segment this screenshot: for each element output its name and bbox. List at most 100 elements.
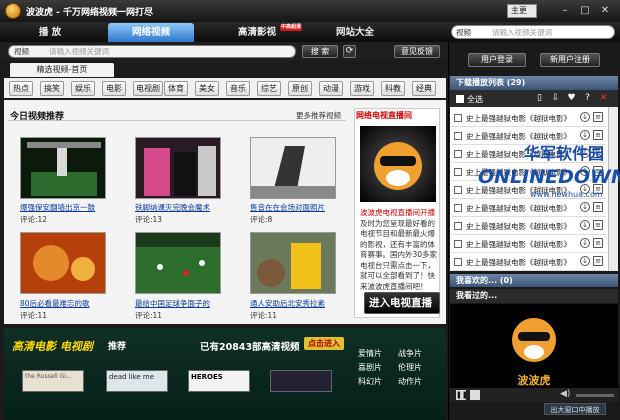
hd-thumbnail[interactable]: the Russell Gi... <box>22 370 84 392</box>
register-button[interactable]: 新用户注册 <box>540 53 600 67</box>
favorite-icon[interactable]: ♥ <box>566 93 577 104</box>
category-sports[interactable]: 体育 <box>164 81 188 96</box>
hd-thumbnail[interactable]: dead like me <box>106 370 168 392</box>
favorites-header[interactable]: 我喜欢的... (0) <box>450 274 618 287</box>
search-input[interactable]: 请输入视频关键词 <box>49 46 109 57</box>
item-checkbox[interactable] <box>454 168 462 176</box>
delete-icon[interactable]: ✕ <box>598 93 609 104</box>
category-variety[interactable]: 综艺 <box>257 81 281 96</box>
category-anime[interactable]: 动漫 <box>319 81 343 96</box>
hd-cat-romance[interactable]: 爱情片 <box>358 348 390 359</box>
download-icon[interactable]: ↓ <box>580 130 590 140</box>
video-title[interactable]: 通人安助后北安秀拉素 <box>250 298 325 309</box>
video-thumbnail[interactable] <box>20 232 106 294</box>
more-recommend-link[interactable]: 更多推荐视频 <box>296 110 341 121</box>
list-icon[interactable]: ≡ <box>593 130 603 140</box>
item-checkbox[interactable] <box>454 258 462 266</box>
hd-cat-comedy[interactable]: 喜剧片 <box>358 362 390 373</box>
volume-slider[interactable] <box>576 394 614 397</box>
category-classic[interactable]: 经典 <box>412 81 436 96</box>
download-icon[interactable]: ↓ <box>580 220 590 230</box>
player-mode-button[interactable]: 出大窗口中播放 <box>544 403 606 415</box>
select-all-checkbox[interactable]: 全选 <box>456 94 483 105</box>
enter-tv-live-button[interactable]: 进入电视直播 <box>364 292 440 314</box>
download-icon[interactable]: ↓ <box>580 256 590 266</box>
minimize-icon[interactable]: – <box>558 4 572 17</box>
login-button[interactable]: 用户登录 <box>468 53 526 67</box>
hd-cat-ethics[interactable]: 伦理片 <box>398 362 430 373</box>
pause-icon[interactable]: ❚❚ <box>456 390 468 400</box>
item-checkbox[interactable] <box>454 240 462 248</box>
restore-icon[interactable]: □ <box>578 4 592 17</box>
video-thumbnail[interactable] <box>20 137 106 199</box>
hd-enter-button[interactable]: 点击进入 <box>304 337 344 350</box>
global-search-type[interactable]: 视频 <box>456 27 471 38</box>
category-original[interactable]: 原创 <box>288 81 312 96</box>
global-search-box[interactable]: 视频 请输入视频关键词 <box>451 25 615 39</box>
tab-hd-movies[interactable]: 高清影视 中高超清 <box>214 23 302 42</box>
download-icon[interactable]: ↓ <box>580 112 590 122</box>
category-tv-series[interactable]: 电视剧 <box>133 81 163 96</box>
list-icon[interactable]: ≡ <box>593 256 603 266</box>
hd-thumbnail[interactable]: HEROES <box>188 370 250 392</box>
search-box[interactable]: 视频 请输入视频关键词 <box>8 45 296 58</box>
list-icon[interactable]: ≡ <box>593 202 603 212</box>
video-thumbnail[interactable] <box>135 137 221 199</box>
item-checkbox[interactable] <box>454 204 462 212</box>
category-funny[interactable]: 搞笑 <box>40 81 64 96</box>
category-beauty[interactable]: 美女 <box>195 81 219 96</box>
video-player[interactable]: 波波虎 <box>450 304 618 388</box>
category-music[interactable]: 音乐 <box>226 81 250 96</box>
video-title[interactable]: 爆强保安翻墙出京一鼓 <box>20 202 95 213</box>
subtab-featured-home[interactable]: 精选视频-首页 <box>10 63 114 77</box>
category-hot[interactable]: 热点 <box>9 81 33 96</box>
hd-thumbnail[interactable] <box>270 370 332 392</box>
item-checkbox[interactable] <box>454 132 462 140</box>
list-icon[interactable]: ≡ <box>593 220 603 230</box>
global-search-input[interactable]: 请输入视频关键词 <box>492 27 552 38</box>
video-title[interactable]: 最给中国足球争面子的 <box>135 298 210 309</box>
hd-cat-action[interactable]: 动作片 <box>398 376 430 387</box>
video-thumbnail[interactable] <box>250 137 336 199</box>
download-item[interactable]: 史上最强越狱电影《越狱电影》 ↓ ≡ <box>452 253 606 271</box>
theme-select[interactable]: 主更 <box>507 4 537 18</box>
download-item[interactable]: 史上最强越狱电影《越狱电影》 ↓ ≡ <box>452 217 606 235</box>
phone-icon[interactable]: ▯ <box>534 93 545 104</box>
hd-cat-war[interactable]: 战争片 <box>398 348 430 359</box>
video-title[interactable]: 80后必看最难忘的歌 <box>20 298 90 309</box>
list-icon[interactable]: ≡ <box>593 238 603 248</box>
close-icon[interactable]: ✕ <box>598 4 612 17</box>
item-checkbox[interactable] <box>454 186 462 194</box>
download-icon[interactable]: ⇩ <box>550 93 561 104</box>
help-icon[interactable]: ? <box>582 93 593 104</box>
feedback-button[interactable]: 意见反馈 <box>394 45 440 58</box>
download-item[interactable]: 史上最强越狱电影《越狱电影》 ↓ ≡ <box>452 199 606 217</box>
category-movie[interactable]: 电影 <box>102 81 126 96</box>
category-science[interactable]: 科教 <box>381 81 405 96</box>
refresh-icon[interactable]: ⟳ <box>343 45 356 58</box>
video-title[interactable]: 售音在在会场对面照片 <box>250 202 325 213</box>
volume-icon[interactable]: ◀) <box>560 389 570 399</box>
watched-header[interactable]: 我看过的... <box>450 289 618 303</box>
search-button[interactable]: 搜 索 <box>302 45 338 58</box>
video-title[interactable]: 铁脚纳课灭完晚会魔术 <box>135 202 210 213</box>
item-checkbox[interactable] <box>454 114 462 122</box>
video-thumbnail[interactable] <box>135 232 221 294</box>
item-checkbox[interactable] <box>454 222 462 230</box>
download-icon[interactable]: ↓ <box>580 202 590 212</box>
stop-icon[interactable] <box>470 390 480 400</box>
hd-cat-scifi[interactable]: 科幻片 <box>358 376 390 387</box>
tab-online-video[interactable]: 网络视频 <box>108 23 194 42</box>
category-entertainment[interactable]: 娱乐 <box>71 81 95 96</box>
list-icon[interactable]: ≡ <box>593 112 603 122</box>
video-thumbnail[interactable] <box>250 232 336 294</box>
download-item[interactable]: 史上最强越狱电影《越狱电影》 ↓ ≡ <box>452 109 606 127</box>
item-checkbox[interactable] <box>454 150 462 158</box>
download-icon[interactable]: ↓ <box>580 238 590 248</box>
tab-websites[interactable]: 网站大全 <box>312 23 398 42</box>
download-item[interactable]: 史上最强越狱电影《越狱电影》 ↓ ≡ <box>452 235 606 253</box>
tab-play[interactable]: 播 放 <box>10 23 90 42</box>
category-games[interactable]: 游戏 <box>350 81 374 96</box>
download-list-scrollbar[interactable] <box>608 107 618 271</box>
search-type-select[interactable]: 视频 <box>14 46 29 57</box>
